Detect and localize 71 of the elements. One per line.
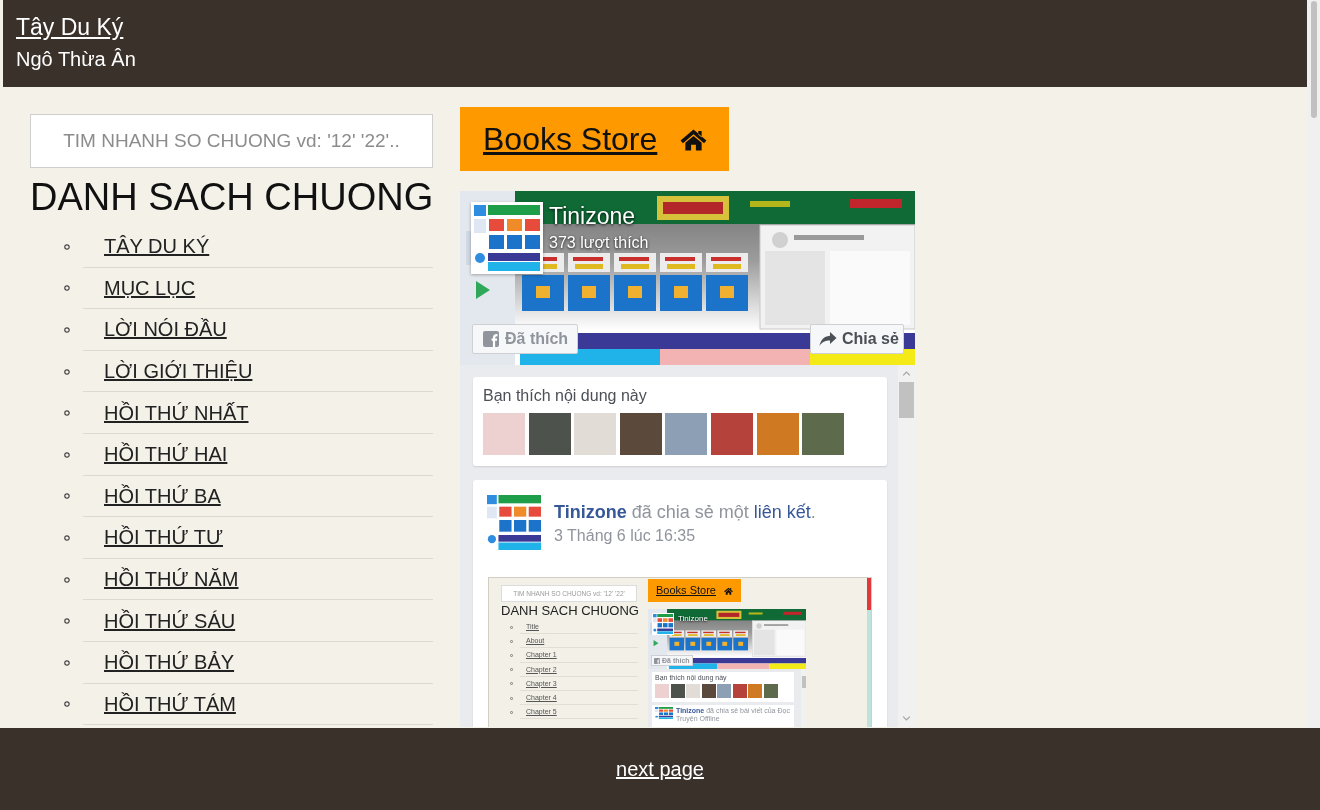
chapter-link[interactable]: HỒI THỨ TƯ bbox=[104, 525, 223, 550]
share-button[interactable]: Chia sẻ bbox=[810, 324, 904, 354]
facebook-icon bbox=[654, 657, 660, 664]
chapter-list-heading: DANH SACH CHUONG bbox=[30, 175, 433, 219]
bullet-icon bbox=[510, 696, 513, 700]
page-profile-picture[interactable] bbox=[652, 613, 674, 635]
avatar-placeholder[interactable] bbox=[701, 684, 716, 698]
bullet-icon bbox=[64, 285, 70, 292]
facebook-icon bbox=[483, 331, 499, 347]
next-page-link[interactable]: next page bbox=[616, 757, 704, 781]
chapter-link[interactable]: HỒI THỨ NĂM bbox=[104, 567, 239, 592]
page-profile-picture[interactable] bbox=[471, 202, 543, 274]
chevron-down-icon[interactable] bbox=[902, 716, 911, 721]
bullet-icon bbox=[64, 618, 70, 625]
avatar-placeholder[interactable] bbox=[802, 413, 845, 455]
page-thumbnail[interactable] bbox=[487, 495, 541, 550]
bullet-icon bbox=[64, 493, 70, 500]
bullet-icon bbox=[510, 668, 513, 672]
bullet-icon bbox=[64, 451, 70, 458]
bullet-icon bbox=[510, 710, 513, 714]
bullet-icon bbox=[510, 682, 513, 686]
bullet-icon bbox=[64, 243, 70, 250]
bullet-icon bbox=[64, 659, 70, 666]
bullet-icon bbox=[510, 653, 513, 657]
bullet-icon bbox=[510, 639, 513, 643]
search-field[interactable]: TIM NHANH SO CHUONG vd: '12' '22'.. bbox=[30, 114, 433, 168]
avatar-placeholder[interactable] bbox=[670, 684, 685, 698]
chapter-list-heading: DANH SACH CHUONG bbox=[501, 603, 638, 618]
chevron-up-icon[interactable] bbox=[902, 371, 911, 376]
scrollbar-thumb[interactable] bbox=[867, 578, 871, 610]
chapter-link[interactable]: TÂY DU KÝ bbox=[104, 234, 210, 259]
page-name: Tinizone bbox=[678, 614, 708, 624]
home-icon bbox=[723, 586, 733, 595]
bullet-icon bbox=[64, 410, 70, 417]
chapter-link[interactable]: MỤC LỤC bbox=[104, 275, 196, 300]
avatar-placeholder[interactable] bbox=[528, 413, 571, 455]
scrollbar-thumb[interactable] bbox=[801, 676, 806, 688]
link[interactable]: liên kết bbox=[753, 502, 811, 522]
chapter-link[interactable]: HỒI THỨ SÁU bbox=[104, 608, 236, 633]
chapter-link[interactable]: LỜI GIỚI THIỆU bbox=[104, 359, 253, 384]
friends-title: Bạn thích nội dung này bbox=[483, 386, 648, 406]
bullet-icon bbox=[64, 534, 70, 541]
chapter-link[interactable]: HỒI THỨ HAI bbox=[104, 442, 228, 467]
share-icon bbox=[819, 331, 837, 347]
chapter-link[interactable]: HỒI THỨ BA bbox=[104, 483, 221, 508]
chapter-link[interactable]: HỒI THỨ BẢY bbox=[104, 650, 235, 675]
chapter-link[interactable]: HỒI THỨ NHẤT bbox=[104, 400, 249, 425]
chapter-link[interactable]: LỜI NÓI ĐẦU bbox=[104, 317, 227, 342]
page-scrollbar-thumb[interactable] bbox=[1311, 1, 1317, 118]
scrollbar-thumb[interactable] bbox=[899, 382, 914, 418]
avatar-placeholder[interactable] bbox=[732, 684, 747, 698]
books-store-button[interactable]: Books Store bbox=[648, 579, 741, 602]
bullet-icon bbox=[64, 701, 70, 708]
author-name: Ngô Thừa Ân bbox=[16, 47, 136, 71]
page-name-link[interactable]: Tinizone bbox=[554, 502, 627, 522]
page-name-link[interactable]: Tinizone bbox=[549, 202, 636, 230]
post-headline: Tinizone đã chia sẻ một liên kết. bbox=[554, 501, 816, 523]
avatar-placeholder[interactable] bbox=[710, 413, 753, 455]
books-store-button[interactable]: Books Store bbox=[460, 107, 729, 171]
avatar-placeholder[interactable] bbox=[763, 684, 778, 698]
bullet-icon bbox=[64, 327, 70, 333]
like-count: 373 lượt thích bbox=[549, 233, 649, 253]
page-thumbnail[interactable] bbox=[655, 707, 673, 719]
bullet-icon bbox=[64, 576, 70, 583]
chapter-link[interactable]: HỒI THỨ TÁM bbox=[104, 691, 236, 716]
bullet-icon bbox=[64, 368, 70, 375]
bullet-icon bbox=[510, 625, 513, 629]
home-icon bbox=[680, 127, 708, 151]
post-date: 3 Tháng 6 lúc 16:35 bbox=[554, 526, 697, 546]
avatar-placeholder[interactable] bbox=[619, 413, 662, 455]
book-title-link[interactable]: Tây Du Ký bbox=[16, 13, 124, 41]
